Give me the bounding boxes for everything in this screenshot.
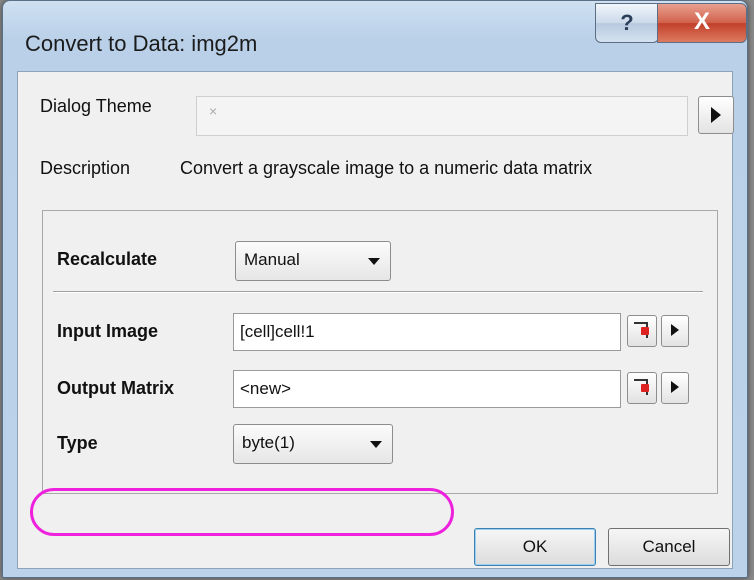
output-matrix-select-button[interactable]	[627, 372, 657, 404]
type-highlight-annotation	[30, 488, 454, 536]
type-label: Type	[57, 433, 98, 453]
cancel-button[interactable]: Cancel	[608, 528, 730, 566]
description-label: Description	[40, 158, 131, 178]
input-image-select-button[interactable]	[627, 315, 657, 347]
cancel-label: Cancel	[642, 537, 696, 556]
output-matrix-label: Output Matrix	[57, 378, 174, 398]
parameters-panel: Recalculate Manual Input Image [cell]cel…	[42, 210, 718, 494]
recalculate-dropdown[interactable]: Manual	[235, 241, 391, 281]
description-text: Convert a grayscale image to a numeric d…	[180, 158, 593, 178]
theme-menu-button[interactable]	[698, 96, 734, 134]
recalculate-value: Manual	[244, 250, 300, 269]
ok-label: OK	[522, 537, 548, 556]
dialog-window: Convert to Data: img2m ? X Dialog Theme …	[2, 0, 748, 578]
chevron-down-icon	[370, 441, 382, 448]
dialog-body: Dialog Theme × Description Convert a gra…	[17, 71, 734, 569]
output-matrix-menu-button[interactable]	[661, 372, 689, 404]
output-matrix-field[interactable]: <new>	[233, 370, 621, 408]
chevron-down-icon	[368, 258, 380, 265]
input-image-menu-button[interactable]	[661, 315, 689, 347]
close-button[interactable]: X	[657, 3, 747, 43]
input-image-value: [cell]cell!1	[240, 322, 315, 341]
input-image-field[interactable]: [cell]cell!1	[233, 313, 621, 351]
recalculate-label: Recalculate	[57, 249, 158, 269]
divider	[53, 291, 703, 293]
ok-button[interactable]: OK	[474, 528, 596, 566]
dialog-theme-clear-icon: ×	[209, 103, 218, 119]
close-icon: X	[693, 8, 710, 35]
output-matrix-value: <new>	[240, 379, 292, 398]
type-value: byte(1)	[242, 433, 295, 452]
input-image-label: Input Image	[57, 321, 159, 341]
help-button[interactable]: ?	[595, 3, 659, 43]
dialog-theme-field[interactable]: ×	[196, 96, 688, 136]
dialog-theme-label: Dialog Theme	[40, 96, 152, 116]
window-title: Convert to Data: img2m	[25, 31, 258, 56]
type-dropdown[interactable]: byte(1)	[233, 424, 393, 464]
help-icon: ?	[620, 10, 634, 35]
